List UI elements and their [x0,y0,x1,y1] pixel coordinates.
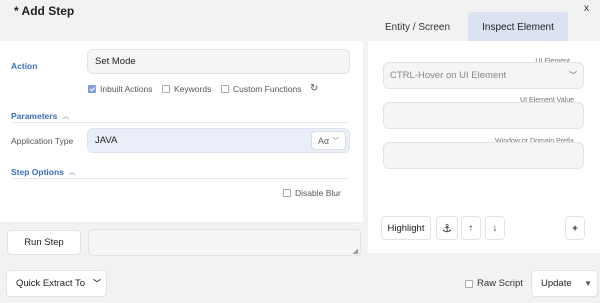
anchor-icon: ⚓ [442,222,452,235]
chevron-down-icon: ﹀ [93,279,101,288]
move-down-button[interactable]: ↓ [485,216,505,240]
step-options-label: Step Options [11,167,64,177]
ui-element-placeholder: CTRL-Hover on UI Element [390,70,507,81]
action-label: Action [11,61,38,71]
inbuilt-actions-checkbox[interactable]: Inbuilt Actions [88,84,152,94]
add-button[interactable]: + [565,216,585,240]
ui-element-select[interactable]: CTRL-Hover on UI Element ﹀ [383,62,584,89]
case-sensitivity-toggle[interactable]: Aα ﹀ [311,131,346,150]
action-value: Set Mode [95,56,136,67]
tab-inspect-element[interactable]: Inspect Element [468,12,568,42]
window-prefix-input[interactable] [383,142,584,169]
arrow-up-icon: ↑ [468,222,474,234]
run-output-textarea[interactable]: ◢ [88,229,361,256]
update-label: Update [541,278,572,289]
parameters-section-header[interactable]: Parameters ︿ [11,111,69,121]
case-toggle-label: Aα [317,135,330,146]
arrow-down-icon: ↓ [492,222,498,234]
checkbox-icon [283,189,291,197]
custom-functions-checkbox[interactable]: Custom Functions [221,84,302,94]
step-options-section-header[interactable]: Step Options ︿ [11,167,76,177]
divider [11,178,349,179]
run-step-label: Run Step [24,237,64,248]
disable-blur-label: Disable Blur [295,188,341,198]
anchor-button[interactable]: ⚓ [436,216,458,240]
checkbox-icon [221,85,229,93]
disable-blur-checkbox[interactable]: Disable Blur [283,188,341,198]
checkbox-icon [465,279,473,288]
ui-element-value-input[interactable] [383,102,584,129]
resize-handle-icon[interactable]: ◢ [353,247,358,255]
custom-functions-label: Custom Functions [233,84,302,94]
chevron-down-icon: ﹀ [569,71,577,80]
caret-down-icon[interactable]: ▼ [584,279,592,288]
action-input[interactable]: Set Mode [87,49,350,74]
refresh-icon[interactable]: ↻ [310,83,318,94]
keywords-checkbox[interactable]: Keywords [162,84,211,94]
run-step-button[interactable]: Run Step [7,230,81,255]
parameters-label: Parameters [11,111,58,121]
quick-extract-label: Quick Extract To [16,278,85,289]
move-up-button[interactable]: ↑ [461,216,481,240]
divider [11,122,349,123]
application-type-label: Application Type [11,136,74,146]
keywords-label: Keywords [174,84,212,94]
raw-script-checkbox[interactable]: Raw Script [465,278,523,289]
inbuilt-actions-label: Inbuilt Actions [100,84,153,94]
chevron-down-icon: ﹀ [332,137,340,145]
plus-icon: + [572,222,578,234]
close-icon[interactable]: x [584,3,589,14]
chevron-up-icon: ︿ [68,169,76,176]
quick-extract-dropdown[interactable]: Quick Extract To ﹀ [6,270,107,297]
checkbox-checked-icon [88,85,96,93]
highlight-button[interactable]: Highlight [381,216,431,240]
highlight-label: Highlight [387,222,425,234]
dialog-title: * Add Step [14,4,75,18]
application-type-value: JAVA [95,135,118,146]
chevron-up-icon: ︿ [62,113,70,120]
tab-entity-screen[interactable]: Entity / Screen [367,12,468,42]
raw-script-label: Raw Script [477,278,523,289]
checkbox-icon [162,85,170,93]
update-button[interactable]: Update ▼ [531,270,598,297]
